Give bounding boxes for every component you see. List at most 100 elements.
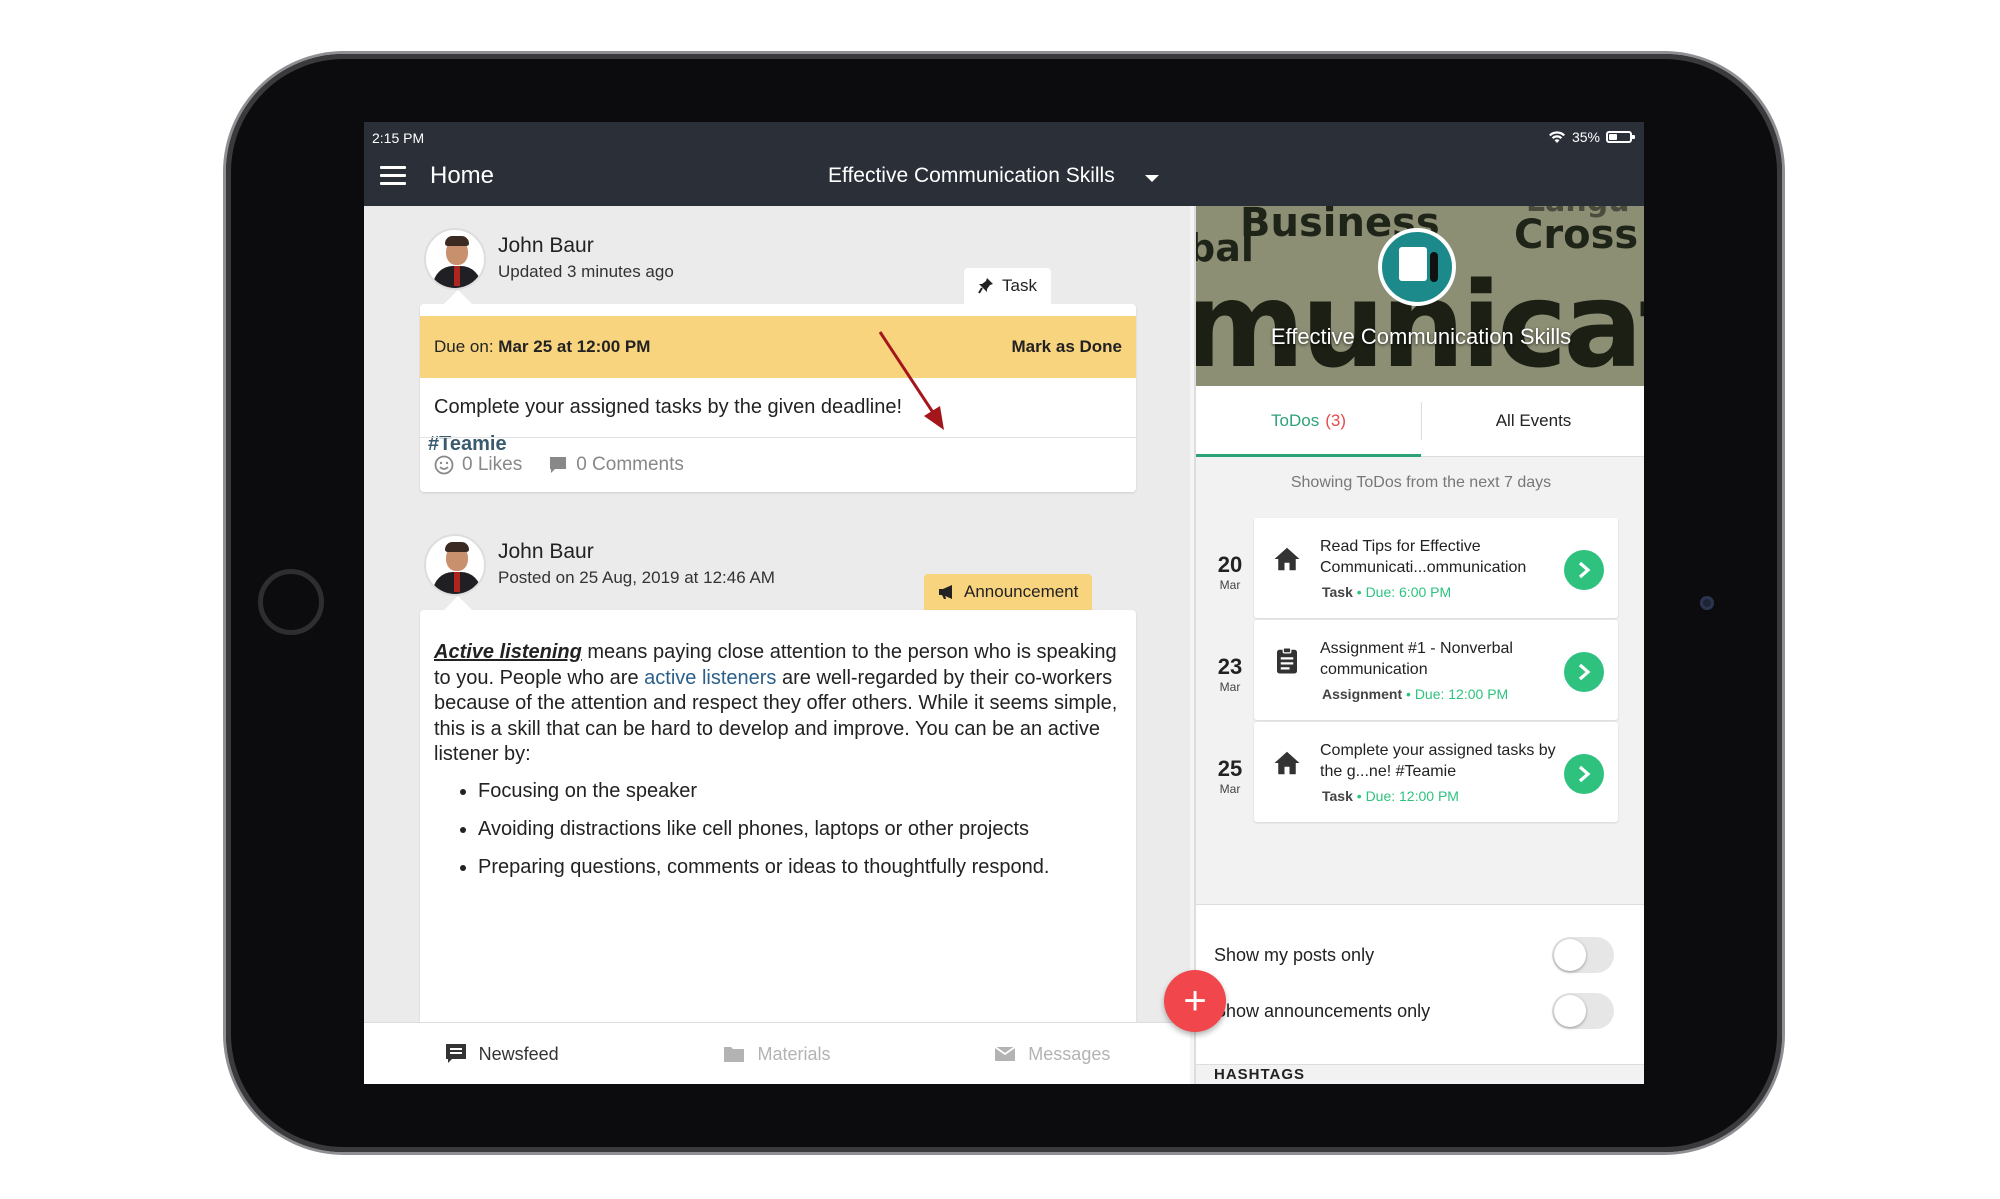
smiley-icon [434,455,454,475]
todo-caption: Showing ToDos from the next 7 days [1290,474,1552,491]
task-post-card: Due on: Mar 25 at 12:00 PM Mark as Done … [420,290,1136,492]
bottom-navigation: Newsfeed Materials Messages [364,1022,1190,1084]
panel-tabs: ToDos (3) All Events [1196,386,1644,457]
device-camera [1700,596,1714,610]
toggle-my-posts: Show my posts only [1214,937,1614,973]
mark-as-done-button[interactable]: Mark as Done [1011,337,1122,357]
todo-title: Read Tips for Effective Communicati...om… [1320,538,1527,576]
todo-card[interactable]: Assignment #1 - Nonverbal communication … [1254,620,1618,720]
bullet-list: Focusing on the speaker Avoiding distrac… [434,772,1122,886]
chevron-down-icon [1144,174,1159,182]
post-type-tag: Announcement [924,574,1093,610]
newsfeed: John Baur Updated 3 minutes ago Task Due… [364,206,1190,1022]
post-type-label: Announcement [964,582,1079,601]
avatar[interactable] [424,534,486,596]
todo-meta: Task • Due: 12:00 PM [1322,788,1459,804]
post-lead-term: Active listening [434,641,582,663]
post-header: John Baur Posted on 25 Aug, 2019 at 12:4… [424,534,775,596]
like-button[interactable]: 0 Likes [434,454,522,476]
todo-item: 20 Mar Read Tips for Effective Communica… [1196,514,1644,624]
tab-materials[interactable]: Materials [639,1023,914,1084]
post-author[interactable]: John Baur [498,234,674,258]
post-timestamp: Updated 3 minutes ago [498,262,674,281]
home-icon [1274,751,1300,775]
folder-icon [724,1047,745,1062]
pin-icon [978,278,993,294]
post-actions: 0 Likes 0 Comments [420,437,1136,492]
announcement-post-card: Active listening means paying close atte… [420,596,1136,1022]
todo-date: 25 Mar [1217,756,1243,796]
likes-count: 0 Likes [462,454,523,475]
todo-meta: Task • Due: 6:00 PM [1322,584,1452,600]
battery-percent: 35% [1571,129,1600,145]
banner-word: Langu [1526,206,1630,219]
status-time: 2:15 PM [372,130,425,146]
post-timestamp: Posted on 25 Aug, 2019 at 12:46 AM [498,568,775,587]
chevron-right-icon [1578,663,1591,681]
my-posts-switch[interactable] [1552,937,1614,973]
page-title: Home [430,162,495,189]
tab-all-events[interactable]: All Events [1421,386,1644,456]
todo-title: Assignment #1 - Nonverbal communication [1320,640,1513,678]
due-banner: Due on: Mar 25 at 12:00 PM Mark as Done [420,316,1136,378]
open-todo-button[interactable] [1564,550,1604,590]
todo-meta: Assignment • Due: 12:00 PM [1322,686,1509,702]
hashtags-header: HASHTAGS [1214,1066,1306,1083]
tab-messages[interactable]: Messages [915,1023,1190,1084]
post-body: Complete your assigned tasks by the give… [434,396,903,418]
hamburger-menu-icon[interactable] [380,166,406,186]
newsfeed-icon [445,1044,466,1063]
todo-title: Complete your assigned tasks by the g...… [1320,742,1556,780]
list-item: Focusing on the speaker [478,772,1122,810]
inline-link[interactable]: active listeners [644,667,776,689]
course-selector[interactable]: Effective Communication Skills [828,164,1159,188]
device-home-button [258,569,324,635]
open-todo-button[interactable] [1564,754,1604,794]
post-type-tag: Task [964,268,1051,304]
comments-count: 0 Comments [576,454,684,475]
annotation-arrow-icon [878,331,944,430]
app-header: 2:15 PM 35% Home Effective Communication… [364,122,1644,206]
status-indicators: 35% [1548,129,1635,145]
todo-count-badge: (3) [1325,411,1346,430]
list-item: Preparing questions, comments or ideas t… [478,848,1122,886]
plus-icon: + [1183,978,1207,1023]
avatar[interactable] [424,228,486,290]
comment-button[interactable]: 0 Comments [548,454,684,476]
toggle-label: Show announcements only [1214,1000,1431,1021]
open-todo-button[interactable] [1564,652,1604,692]
chevron-right-icon [1578,765,1591,783]
course-banner-title: Effective Communication Skills [1270,324,1572,349]
wifi-icon [1548,131,1565,143]
home-icon [1274,547,1300,571]
todo-date: 20 Mar [1217,552,1243,592]
toggle-label: Show my posts only [1214,944,1375,965]
post-type-label: Task [1002,276,1037,295]
clipboard-icon [1277,647,1297,674]
post-author[interactable]: John Baur [498,540,775,564]
post-header: John Baur Updated 3 minutes ago [424,228,674,290]
create-post-button[interactable]: + [1164,970,1226,1032]
due-date: Due on: Mar 25 at 12:00 PM [434,337,651,356]
app-screen: 2:15 PM 35% Home Effective Communication… [364,122,1644,1084]
toggle-announcements: Show announcements only [1214,993,1614,1029]
megaphone-icon [939,585,952,599]
post-body: Active listening means paying close atte… [420,610,1136,886]
list-item: Avoiding distractions like cell phones, … [478,810,1122,848]
course-selector-label: Effective Communication Skills [828,164,1115,187]
chevron-right-icon [1578,561,1591,579]
right-panel: Business Cross Langu bal municat Effecti… [1194,206,1644,1084]
todo-item: 25 Mar Complete your assigned tasks by t… [1196,718,1644,828]
course-logo-icon [1378,228,1456,306]
todo-date: 23 Mar [1217,654,1243,694]
tab-newsfeed[interactable]: Newsfeed [364,1023,639,1084]
comment-icon [550,457,567,473]
announcements-switch[interactable] [1552,993,1614,1029]
todo-card[interactable]: Read Tips for Effective Communicati...om… [1254,518,1618,618]
course-banner: Business Cross Langu bal municat Effecti… [1196,206,1644,386]
mail-icon [994,1046,1016,1061]
todo-item: 23 Mar Assignment #1 - Nonverbal communi… [1196,616,1644,726]
tab-todos[interactable]: ToDos (3) [1196,386,1421,457]
todo-card[interactable]: Complete your assigned tasks by the g...… [1254,722,1618,822]
filter-toggles: Show my posts only Show announcements on… [1196,904,1644,1065]
